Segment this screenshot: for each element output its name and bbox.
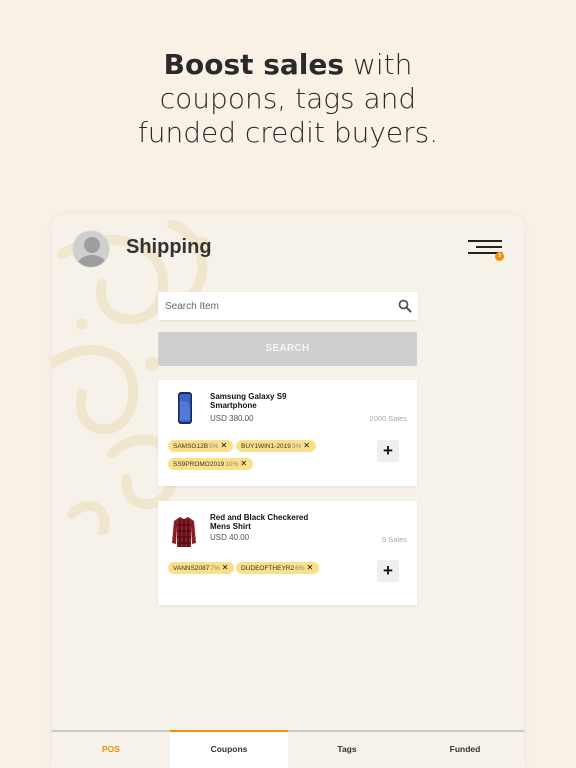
headline-line1-rest: with: [344, 48, 413, 81]
tab-tags[interactable]: Tags: [288, 732, 406, 768]
coupon-pct: 6%: [295, 565, 305, 572]
coupon-tag: DUDEOFTHEYR26% ✕: [236, 562, 320, 574]
page-title: Shipping: [126, 236, 212, 258]
headline-line2: coupons, tags and: [159, 82, 417, 115]
coupon-pct: 3%: [291, 443, 302, 450]
add-tag-button[interactable]: +: [377, 440, 399, 462]
coupon-code: BUY1WIN1-2019: [241, 443, 291, 450]
menu-line: [468, 240, 502, 242]
coupon-code: VANNS2087: [173, 565, 210, 572]
product-name: Red and Black Checkered Mens Shirt: [210, 513, 309, 531]
tab-pos[interactable]: POS: [52, 732, 170, 768]
headline-bold: Boost sales: [163, 48, 345, 81]
remove-tag-icon[interactable]: ✕: [222, 563, 229, 572]
product-price: USD 380.00: [210, 414, 254, 423]
bottom-tab-bar: POS Coupons Tags Funded: [52, 730, 524, 768]
coupon-tag: BUY1WIN1-20193% ✕: [236, 440, 316, 452]
remove-tag-icon[interactable]: ✕: [220, 441, 227, 450]
coupon-code: SS9PROMO2019: [173, 461, 225, 468]
smartphone-image: [178, 392, 192, 424]
product-name: Samsung Galaxy S9 Smartphone: [210, 392, 287, 410]
coupon-pct: 7%: [210, 565, 220, 572]
tab-funded[interactable]: Funded: [406, 732, 524, 768]
remove-tag-icon[interactable]: ✕: [307, 563, 314, 572]
product-sales: 2000 Sales: [369, 414, 407, 423]
menu-badge: 3: [495, 252, 504, 261]
search-box: [158, 292, 418, 320]
coupon-tag: SAMSG12B5% ✕: [168, 440, 234, 452]
product-card[interactable]: Samsung Galaxy S9 Smartphone USD 380.00 …: [158, 380, 417, 486]
search-icon[interactable]: [398, 299, 412, 313]
coupon-tag: SS9PROMO201910% ✕: [168, 458, 254, 470]
remove-tag-icon[interactable]: ✕: [303, 441, 310, 450]
avatar[interactable]: [72, 230, 110, 268]
headline-line3: funded credit buyers.: [137, 116, 439, 149]
coupon-pct: 5%: [209, 443, 219, 450]
coupon-code: DUDEOFTHEYR2: [241, 565, 295, 572]
tab-coupons[interactable]: Coupons: [170, 730, 288, 768]
coupon-pct: 10%: [225, 461, 239, 468]
product-sales: 0 Sales: [381, 535, 407, 544]
search-input[interactable]: [158, 292, 378, 320]
menu-button[interactable]: 3: [466, 238, 504, 262]
remove-tag-icon[interactable]: ✕: [240, 459, 247, 468]
product-price: USD 40.00: [210, 533, 250, 542]
app-screen: Shipping 3 SEARCH Samsung Galaxy S9 Smar…: [52, 214, 524, 768]
avatar-body-shape: [77, 255, 107, 267]
menu-line: [476, 246, 502, 248]
add-tag-button[interactable]: +: [377, 560, 399, 582]
search-button[interactable]: SEARCH: [158, 332, 417, 366]
coupon-code: SAMSG12B: [173, 443, 209, 450]
shirt-image: [172, 517, 196, 547]
avatar-head-shape: [84, 237, 100, 253]
product-card[interactable]: Red and Black Checkered Mens Shirt USD 4…: [158, 501, 417, 605]
promo-headline: Boost sales with coupons, tags and funde…: [0, 48, 576, 150]
coupon-tag: VANNS20877% ✕: [168, 562, 235, 574]
